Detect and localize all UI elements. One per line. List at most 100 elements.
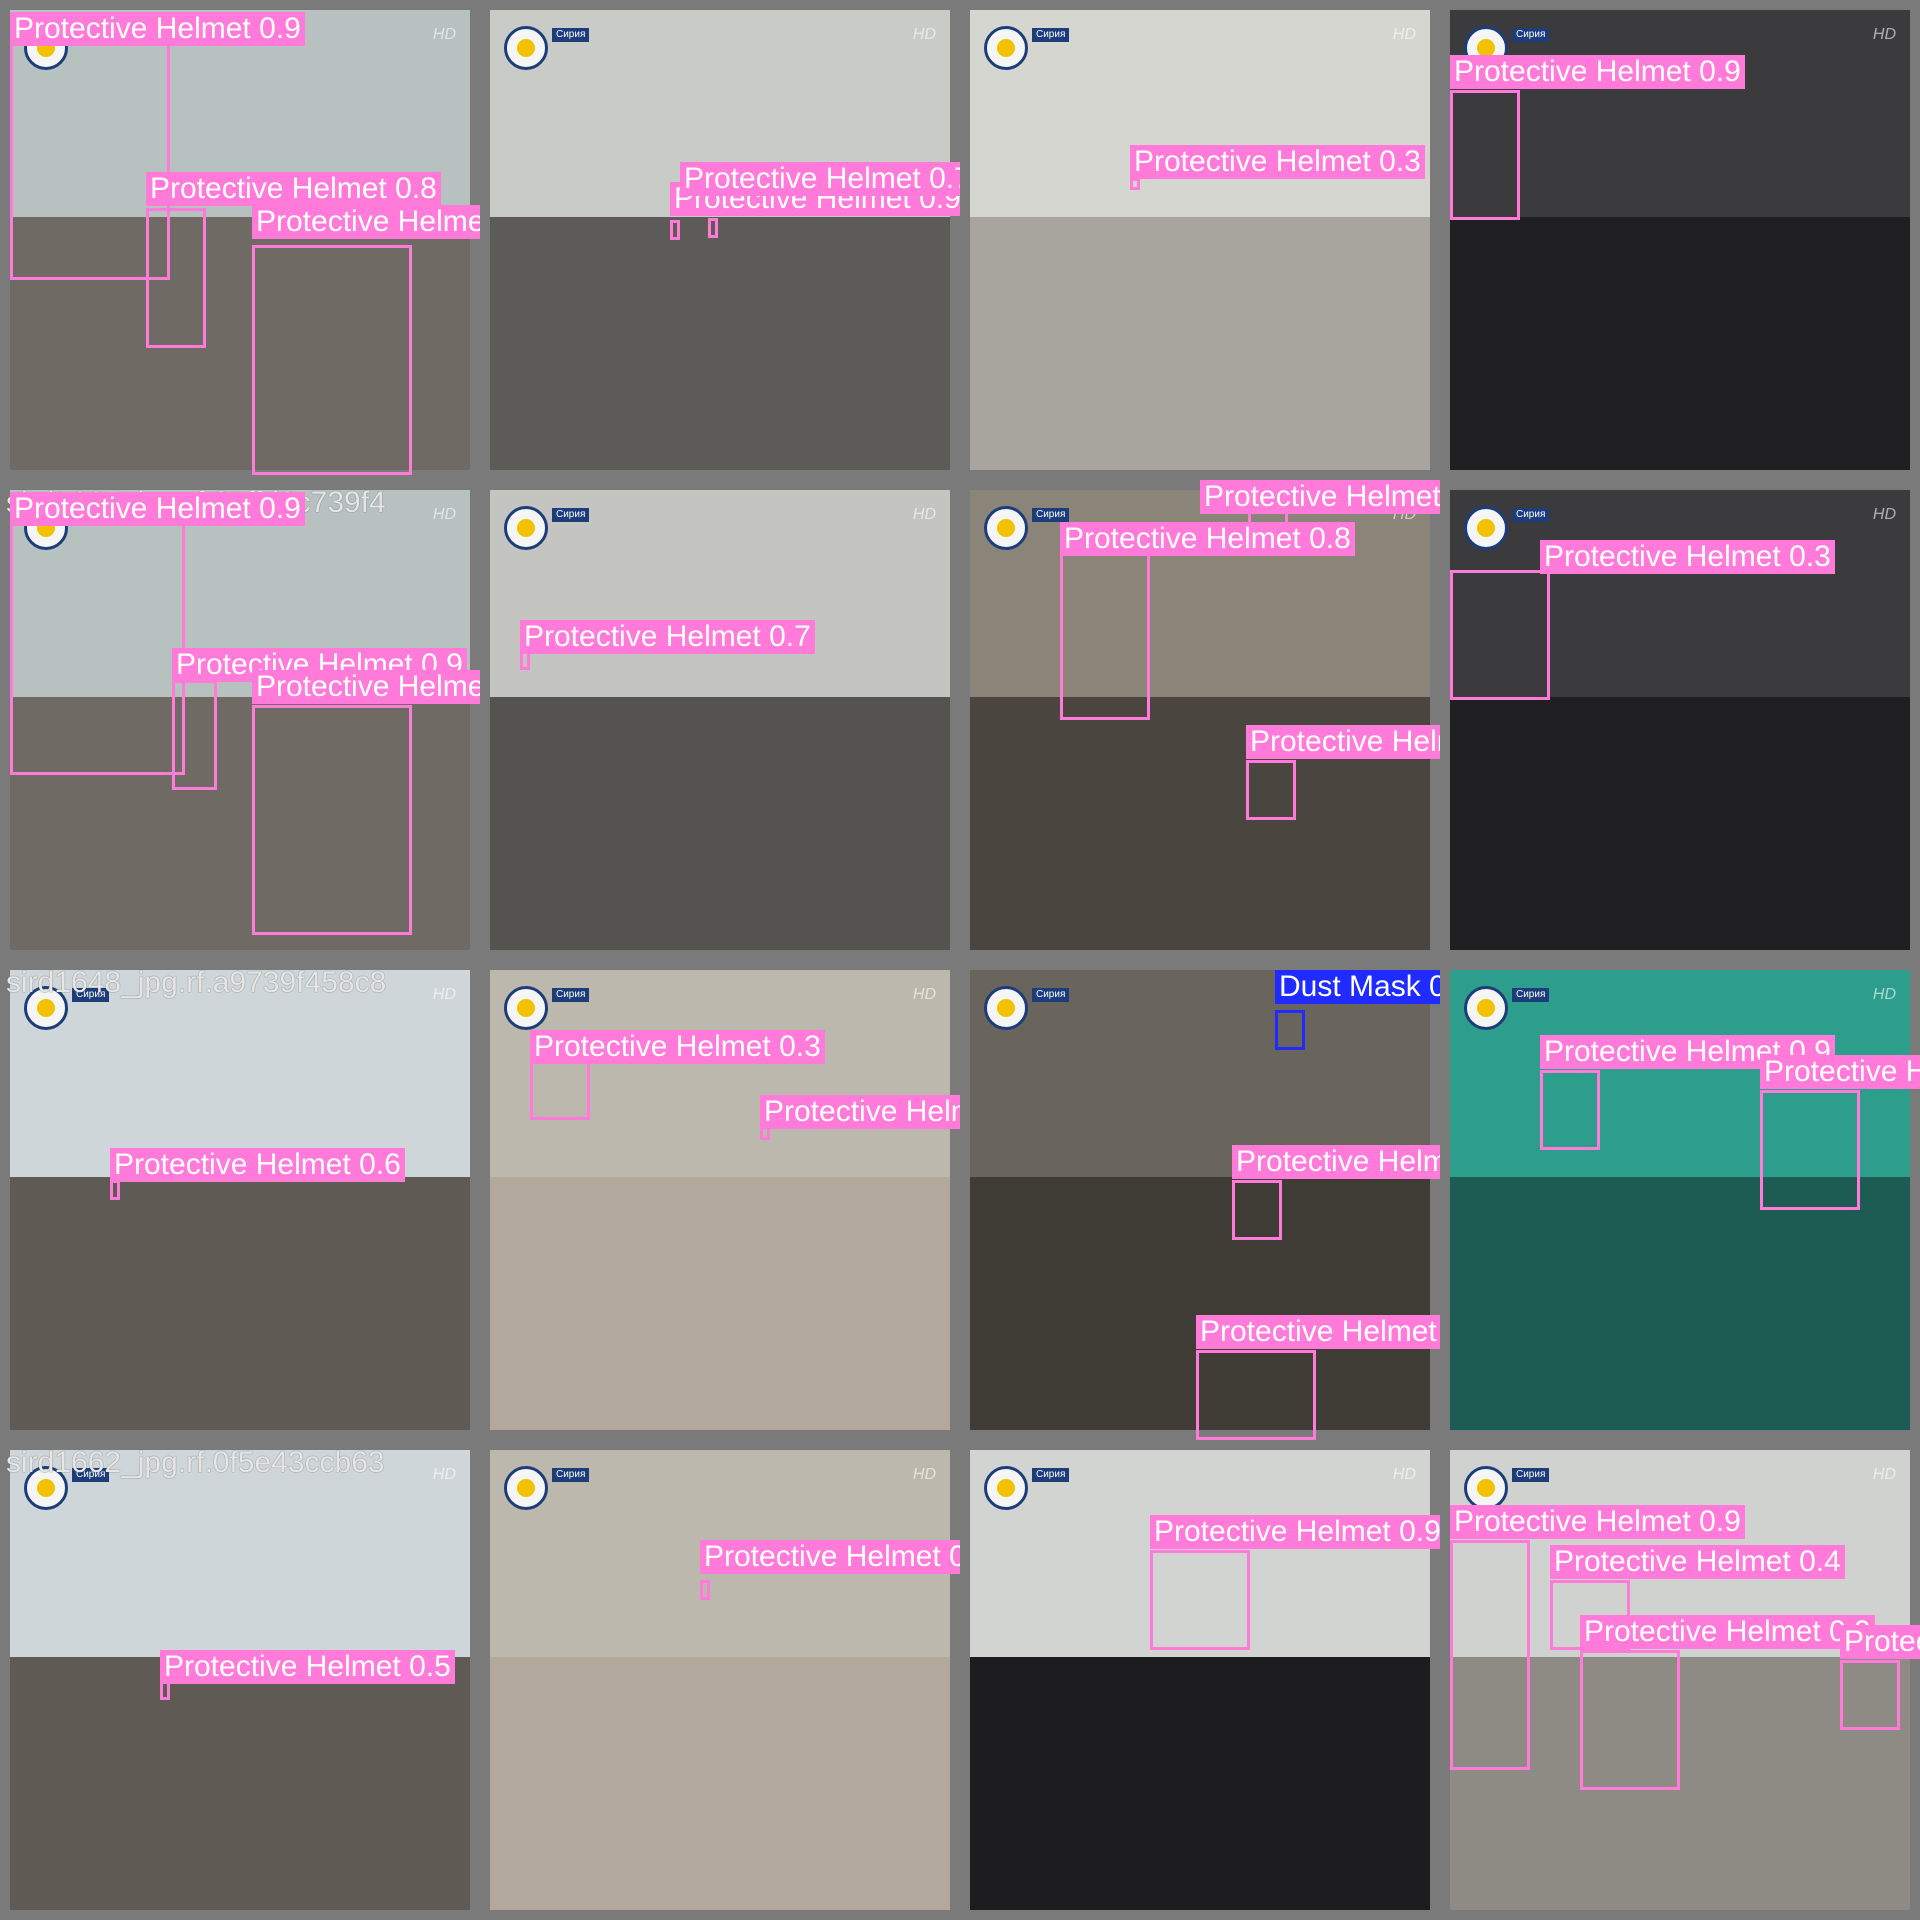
detection-label: Protective Helmet 0.9 — [1200, 480, 1440, 514]
scene-foreground — [1450, 697, 1910, 950]
helmet-box — [1232, 1180, 1282, 1240]
image-tile: Сирия HD sird1648_jpg.rf.a9739f458c8 Protec… — [0, 960, 480, 1440]
photo-frame: Сирия HD — [490, 490, 950, 950]
scene-foreground — [10, 1657, 470, 1910]
detection-label: Protective Helmet 0.3 — [1130, 145, 1425, 179]
channel-logo-text: Сирия — [1032, 988, 1070, 1002]
scene-foreground — [490, 217, 950, 470]
detection-label: Protective Helmet 0.7 — [760, 1095, 960, 1129]
photo-frame: СирияHD — [490, 1450, 950, 1910]
channel-logo-text: Сирия — [1032, 508, 1070, 522]
detection-label: Protective Helmet 0.4 — [1550, 1545, 1845, 1579]
channel-logo-icon — [1464, 1466, 1508, 1510]
scene-foreground — [490, 697, 950, 950]
detection-label: Protective Helmet 0.8 — [252, 205, 480, 239]
helmet-box — [1450, 570, 1550, 700]
hd-badge: HD — [1872, 26, 1896, 43]
hd-badge: HD — [912, 26, 936, 43]
photo-frame: Сирия HD — [970, 10, 1430, 470]
detection-label: Protective Helmet 0.9 — [10, 492, 305, 526]
image-tile: Сирия HD Protective Helmet 0.9 — [1440, 0, 1920, 480]
image-tile: Сирия HD sird1662_jpg.rf.0f5e43ccb63 Protec… — [0, 1440, 480, 1920]
channel-logo-icon — [504, 26, 548, 70]
channel-logo-icon — [1464, 986, 1508, 1030]
image-filename: sird1662_jpg.rf.0f5e43ccb63 — [6, 1446, 385, 1479]
hd-badge: HD — [432, 1466, 456, 1483]
hd-badge: HD — [1392, 1466, 1416, 1483]
detection-label: Protective Helmet 0.4 — [700, 1540, 960, 1574]
image-tile: СирияHDProtective Helmet 0.9Protective H… — [1440, 960, 1920, 1440]
helmet-box — [10, 510, 185, 775]
scene-foreground — [490, 1177, 950, 1430]
helmet-box — [110, 1180, 120, 1200]
helmet-box — [1150, 1550, 1250, 1650]
helmet-box — [1450, 1540, 1530, 1770]
channel-logo-text: Сирия — [1512, 1468, 1550, 1482]
detection-label: Protective Helmet 0.9 — [1450, 55, 1745, 89]
photo-frame: СирияHD — [10, 970, 470, 1430]
helmet-box — [1760, 1090, 1860, 1210]
hd-badge: HD — [432, 506, 456, 523]
helmet-box — [700, 1580, 710, 1600]
helmet-box — [1450, 90, 1520, 220]
helmet-box — [252, 705, 412, 935]
image-tile: Сирия HD Protective Helmet 0.3 — [1440, 480, 1920, 960]
detection-label: Protective Helmet 0.9 — [1232, 1145, 1440, 1179]
helmet-box — [146, 208, 206, 348]
channel-logo-text: Сирия — [552, 1468, 590, 1482]
detection-label: Protective Helmet 0.9 — [10, 12, 305, 46]
detection-mosaic: СирияHDProtective Helmet 0.9Protective H… — [0, 0, 1920, 1920]
scene-foreground — [1450, 217, 1910, 470]
channel-logo-text: Сирия — [1032, 28, 1070, 42]
detection-label: Protective Helmet 0.9 — [1196, 1315, 1440, 1349]
helmet-box — [1246, 760, 1296, 820]
hd-badge: HD — [912, 986, 936, 1003]
detection-label: Protective Helmet 0.6 — [110, 1148, 405, 1182]
scene-foreground — [970, 1657, 1430, 1910]
detection-label: Dust Mask 0.8 — [1275, 970, 1440, 1004]
channel-logo-icon — [504, 506, 548, 550]
detection-label: Protective Helmet 0.9 — [1246, 725, 1440, 759]
helmet-box — [1840, 1660, 1900, 1730]
image-filename: sird1648_jpg.rf.a9739f458c8 — [6, 966, 387, 999]
channel-logo-icon — [984, 26, 1028, 70]
dust-mask-box — [1275, 1010, 1305, 1050]
helmet-box — [252, 245, 412, 475]
helmet-box — [1540, 1070, 1600, 1150]
detection-label: Protective Helmet 0.8 — [1060, 522, 1355, 556]
channel-logo-icon — [1464, 506, 1508, 550]
helmet-box — [670, 220, 680, 240]
channel-logo-icon — [504, 986, 548, 1030]
channel-logo-text: Сирия — [552, 28, 590, 42]
hd-badge: HD — [432, 26, 456, 43]
channel-logo-icon — [984, 1466, 1028, 1510]
channel-logo-text: Сирия — [1032, 1468, 1070, 1482]
image-tile: СирияHDProtective Helmet 0.9Protective H… — [0, 0, 480, 480]
detection-label: Protective Helmet 0.8 — [146, 172, 441, 206]
photo-frame: СирияHD — [970, 490, 1430, 950]
channel-logo-icon — [984, 506, 1028, 550]
channel-logo-text: Сирия — [552, 508, 590, 522]
hd-badge: HD — [912, 506, 936, 523]
image-tile: СирияHDDust Mask 0.8Protective Helmet 0.… — [960, 960, 1440, 1440]
helmet-box — [530, 1060, 590, 1120]
channel-logo-text: Сирия — [1512, 28, 1550, 42]
scene-foreground — [970, 217, 1430, 470]
detection-label: Protective Helmet 0.7 — [680, 162, 960, 196]
hd-badge: HD — [432, 986, 456, 1003]
helmet-box — [1060, 545, 1150, 720]
detection-label: Protective Helmet 0.9 — [252, 670, 480, 704]
detection-label: Protective Helmet 0.9 — [1760, 1055, 1920, 1089]
detection-label: Protective Helmet 0.9 — [1580, 1615, 1875, 1649]
hd-badge: HD — [1392, 26, 1416, 43]
hd-badge: HD — [1872, 1466, 1896, 1483]
detection-label: Protective Helmet 0.9 — [1450, 1505, 1745, 1539]
image-tile: СирияHDsird1625_jpg.rf.01ffd3c739f4Prote… — [0, 480, 480, 960]
detection-label: Protective Helmet 0.5 — [160, 1650, 455, 1684]
helmet-box — [1130, 178, 1140, 190]
image-tile: СирияHDProtective Helmet 0.9Protective H… — [480, 0, 960, 480]
helmet-box — [1196, 1350, 1316, 1440]
scene-foreground — [10, 1177, 470, 1430]
image-tile: Сирия HD Protective Helmet 0.4 — [480, 1440, 960, 1920]
hd-badge: HD — [1872, 986, 1896, 1003]
